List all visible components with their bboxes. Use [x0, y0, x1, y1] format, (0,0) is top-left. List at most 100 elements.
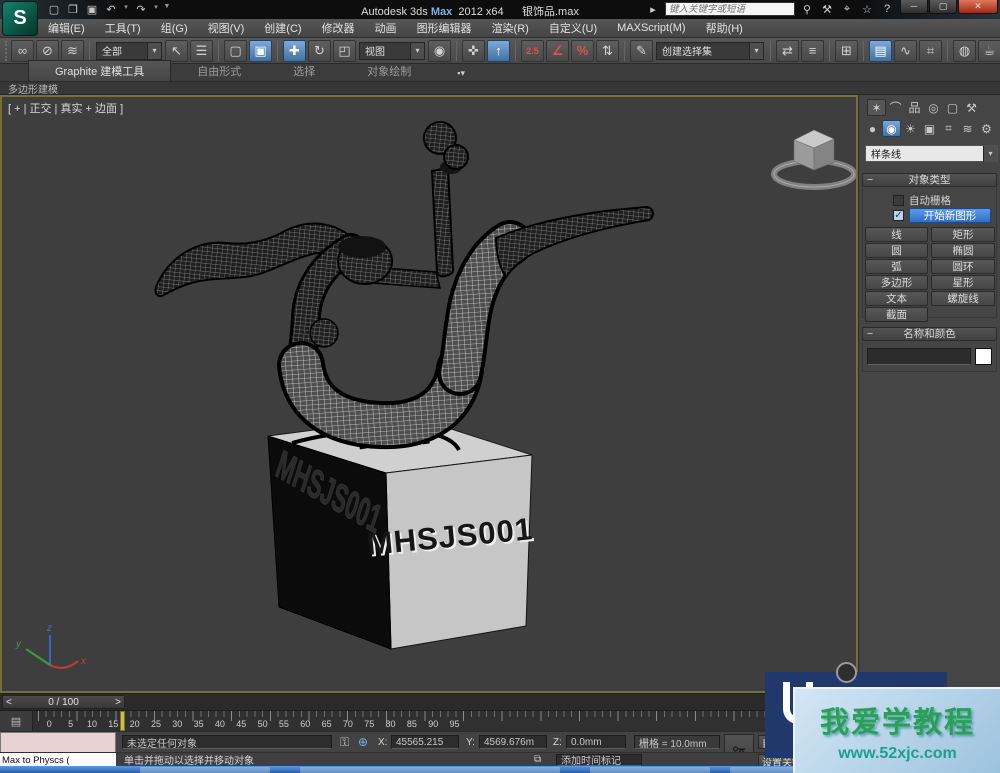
search-expand-icon[interactable]: ▸: [645, 3, 661, 16]
redo-dropdown-icon[interactable]: ▾: [152, 3, 160, 16]
spinner-snap-toggle[interactable]: ⇅: [596, 40, 619, 62]
object-type-rollout-header[interactable]: −对象类型: [862, 173, 997, 187]
select-and-move-button[interactable]: ✚: [283, 40, 306, 62]
search-icon[interactable]: ⚲: [799, 3, 815, 16]
communication-icon[interactable]: ⌖: [839, 3, 855, 16]
modify-tab-icon[interactable]: ⌒: [886, 99, 905, 116]
select-and-link-button[interactable]: ∞: [11, 40, 34, 62]
menu-customize[interactable]: 自定义(U): [549, 20, 597, 36]
app-menu-button[interactable]: S: [2, 1, 38, 36]
window-crossing-toggle[interactable]: ▣: [249, 40, 272, 62]
bind-to-space-warp-button[interactable]: ≋: [61, 40, 84, 62]
rectangular-selection-region-button[interactable]: ▢: [224, 40, 247, 62]
maxscript-listener-line[interactable]: Max to Physcs (: [0, 753, 116, 767]
shapes-category-icon[interactable]: ◉: [882, 120, 901, 137]
helpers-category-icon[interactable]: ⌗: [939, 120, 958, 137]
selection-lock-icon[interactable]: ⚿: [340, 735, 349, 750]
object-name-input[interactable]: [867, 348, 971, 365]
menu-views[interactable]: 视图(V): [208, 20, 245, 36]
mirror-button[interactable]: ⇄: [776, 40, 799, 62]
close-button[interactable]: ✕: [958, 0, 998, 14]
schematic-view-button[interactable]: ⌗: [919, 40, 942, 62]
curve-editor-button[interactable]: ∿: [894, 40, 917, 62]
selection-filter-dropdown[interactable]: 全部: [96, 42, 162, 60]
ribbon-display-dropdown-icon[interactable]: ▪▾: [451, 66, 471, 81]
create-tab-icon[interactable]: ✶: [867, 99, 886, 116]
keyboard-shortcut-override-button[interactable]: ↑: [487, 40, 510, 62]
render-setup-button[interactable]: ☕: [978, 40, 1000, 62]
unlink-selection-button[interactable]: ⊘: [36, 40, 59, 62]
helix-button[interactable]: 螺旋线: [931, 291, 995, 306]
viewcube[interactable]: [774, 130, 854, 187]
next-frame-icon[interactable]: >: [115, 697, 121, 708]
line-button[interactable]: 线: [865, 227, 928, 242]
reference-coordinate-dropdown[interactable]: 视图: [359, 42, 425, 60]
ribbon-tab-selection[interactable]: 选择: [267, 61, 341, 81]
minimize-button[interactable]: ─: [900, 0, 928, 14]
edit-named-selection-sets-button[interactable]: ✎: [630, 40, 653, 62]
menu-animation[interactable]: 动画: [375, 20, 397, 36]
prev-frame-icon[interactable]: <: [6, 697, 12, 708]
current-frame-marker[interactable]: [120, 711, 125, 731]
display-tab-icon[interactable]: ▢: [943, 99, 962, 116]
use-pivot-point-center-button[interactable]: ◉: [428, 40, 451, 62]
viewport-canvas[interactable]: MHSJS001 MHSJS001 MHSJS001: [2, 97, 856, 691]
donut-button[interactable]: 圆环: [931, 259, 995, 274]
star-button[interactable]: 星形: [931, 275, 995, 290]
menu-group[interactable]: 组(G): [161, 20, 188, 36]
x-coordinate-field[interactable]: 45565.215: [391, 735, 459, 749]
subscription-icon[interactable]: ⚒: [819, 3, 835, 16]
align-button[interactable]: ≡: [801, 40, 824, 62]
motion-tab-icon[interactable]: ◎: [924, 99, 943, 116]
maximize-button[interactable]: ▢: [929, 0, 957, 14]
add-time-tag[interactable]: 添加时间标记: [556, 754, 642, 766]
transform-typein-icon[interactable]: ⊕: [358, 735, 368, 749]
layer-manager-button[interactable]: ⊞: [835, 40, 858, 62]
ngon-button[interactable]: 多边形: [865, 275, 928, 290]
infocenter-search-input[interactable]: [665, 2, 795, 16]
rectangle-button[interactable]: 矩形: [931, 227, 995, 242]
percent-snap-toggle[interactable]: %: [571, 40, 594, 62]
text-button[interactable]: 文本: [865, 291, 928, 306]
select-and-scale-button[interactable]: ◰: [333, 40, 356, 62]
open-mini-curve-editor-icon[interactable]: ▤: [0, 711, 33, 732]
lights-category-icon[interactable]: ☀: [901, 120, 920, 137]
start-new-shape-button[interactable]: 开始新图形: [909, 208, 991, 223]
select-and-manipulate-button[interactable]: ✜: [462, 40, 485, 62]
viewport-label[interactable]: [ + | 正交 | 真实 + 边面 ]: [8, 100, 123, 116]
autogrid-checkbox[interactable]: [893, 195, 904, 206]
qat-overflow-icon[interactable]: ▼: [163, 3, 171, 16]
favorites-icon[interactable]: ☆: [859, 3, 875, 16]
menu-tools[interactable]: 工具(T): [105, 20, 141, 36]
ribbon-collapsed-panel[interactable]: 多边形建模: [0, 82, 1000, 95]
name-color-rollout-header[interactable]: −名称和颜色: [862, 327, 997, 341]
y-coordinate-field[interactable]: 4569.676m: [479, 735, 547, 749]
menu-create[interactable]: 创建(C): [264, 20, 301, 36]
graphite-ribbon-toggle[interactable]: ▤: [869, 40, 892, 62]
utilities-tab-icon[interactable]: ⚒: [962, 99, 981, 116]
ribbon-tab-graphite[interactable]: Graphite 建模工具: [28, 60, 171, 81]
hierarchy-tab-icon[interactable]: 品: [905, 99, 924, 116]
isolate-toggle-icon[interactable]: ⧉: [534, 754, 541, 765]
material-editor-button[interactable]: ◍: [953, 40, 976, 62]
ribbon-tab-freeform[interactable]: 自由形式: [171, 61, 267, 81]
named-selection-set-dropdown[interactable]: 创建选择集: [656, 42, 764, 60]
systems-category-icon[interactable]: ⚙: [977, 120, 996, 137]
help-icon[interactable]: ?: [879, 3, 895, 15]
geometry-category-icon[interactable]: ●: [863, 120, 882, 137]
time-slider-handle[interactable]: < 0 / 100 >: [2, 695, 125, 709]
redo-icon[interactable]: ↷: [133, 3, 149, 16]
maxscript-mini-listener[interactable]: [0, 732, 116, 753]
menu-modifiers[interactable]: 修改器: [322, 20, 355, 36]
wireframe-sculpture[interactable]: [155, 122, 652, 425]
cameras-category-icon[interactable]: ▣: [920, 120, 939, 137]
menu-help[interactable]: 帮助(H): [706, 20, 743, 36]
start-new-shape-checkbox[interactable]: ✓: [893, 210, 904, 221]
section-button[interactable]: 截面: [865, 307, 928, 322]
menu-graph-editors[interactable]: 图形编辑器: [417, 20, 472, 36]
new-file-icon[interactable]: ▢: [46, 3, 62, 16]
toolbar-grip[interactable]: [5, 41, 7, 61]
viewport-orthographic[interactable]: [ + | 正交 | 真实 + 边面 ] MHSJS001: [0, 95, 858, 693]
save-file-icon[interactable]: ▣: [84, 3, 100, 16]
angle-snap-toggle[interactable]: ∠: [546, 40, 569, 62]
